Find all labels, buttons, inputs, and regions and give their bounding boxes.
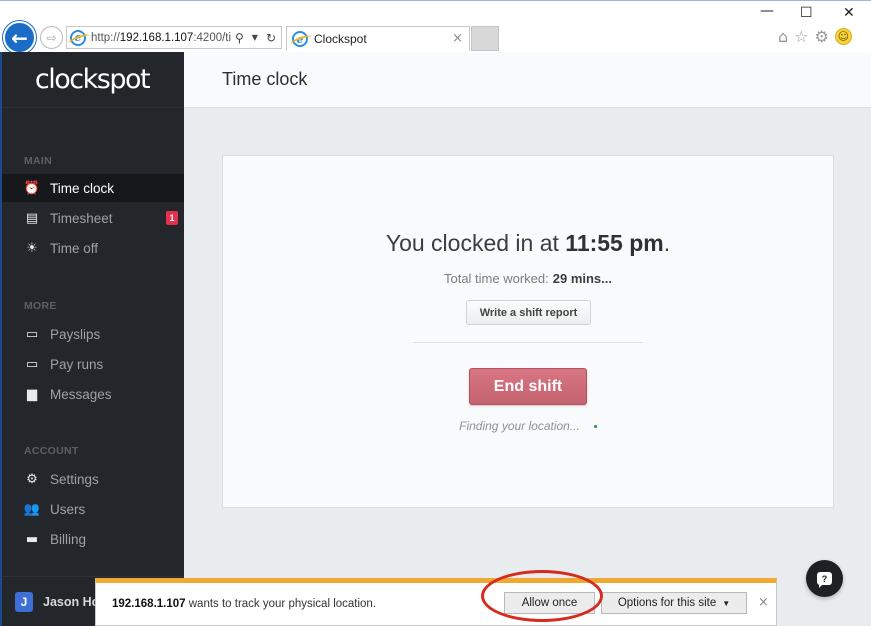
- options-for-site-button[interactable]: Options for this site ▼: [601, 592, 747, 614]
- divider: [413, 342, 643, 343]
- avatar: J: [15, 591, 33, 612]
- sidebar-item-label: Messages: [50, 386, 112, 402]
- sidebar-item-time-clock[interactable]: ⏰ Time clock: [2, 174, 184, 202]
- gear-icon[interactable]: ⚙: [815, 27, 829, 46]
- dropdown-icon[interactable]: ▼: [252, 33, 258, 42]
- clocked-in-status: You clocked in at 11:55 pm.: [385, 230, 671, 256]
- user-name: Jason Ho: [43, 594, 100, 609]
- write-shift-report-button[interactable]: Write a shift report: [466, 300, 591, 325]
- browser-chrome: — ☐ ✕ ← ⇨ e http://192.168.1.107:4200/ti…: [0, 0, 871, 54]
- chat-icon: ▆: [27, 386, 37, 402]
- sidebar-item-label: Time clock: [50, 180, 115, 196]
- ie-logo-icon: e: [292, 31, 308, 47]
- sidebar-item-label: Payslips: [50, 326, 101, 342]
- sun-icon: ☀: [26, 240, 38, 256]
- arrow-left-icon: ←: [11, 25, 28, 50]
- notification-close-button[interactable]: ×: [758, 595, 769, 610]
- sidebar-item-time-off[interactable]: ☀ Time off: [2, 234, 184, 262]
- sidebar-item-messages[interactable]: ▆ Messages: [2, 380, 184, 408]
- credit-card-icon: ▬: [25, 531, 39, 547]
- sidebar-item-settings[interactable]: ⚙ Settings: [2, 465, 184, 493]
- section-label-main: MAIN: [24, 155, 53, 167]
- total-time-value: 29 mins...: [552, 271, 612, 286]
- sidebar-item-label: Settings: [50, 471, 99, 487]
- ie-logo-icon: e: [70, 29, 86, 46]
- sidebar-item-timesheet[interactable]: ▤ Timesheet 1: [2, 204, 184, 232]
- sidebar-item-users[interactable]: 👥 Users: [2, 495, 184, 523]
- section-label-account: ACCOUNT: [24, 445, 79, 457]
- help-chat-icon: ?: [817, 572, 832, 588]
- sidebar-item-billing[interactable]: ▬ Billing: [2, 525, 184, 553]
- page-header: Time clock: [184, 52, 871, 108]
- allow-once-button[interactable]: Allow once: [504, 592, 595, 614]
- address-bar[interactable]: e http://192.168.1.107:4200/tir ⚲ ▼ ↻: [66, 26, 282, 49]
- sidebar-item-label: Users: [50, 501, 86, 517]
- users-icon: 👥: [23, 501, 41, 517]
- app: clockspot MAIN ⏰ Time clock ▤ Timesheet …: [0, 52, 871, 626]
- gears-icon: ⚙: [26, 471, 38, 487]
- help-chat-button[interactable]: ?: [806, 560, 843, 597]
- time-clock-card: You clocked in at 11:55 pm. Total time w…: [222, 155, 834, 508]
- clocked-in-time: 11:55 pm: [565, 230, 664, 256]
- caret-down-icon: ▼: [722, 598, 731, 608]
- back-button[interactable]: ←: [3, 21, 36, 54]
- logo-area[interactable]: clockspot: [2, 52, 184, 108]
- sidebar-item-label: Pay runs: [50, 356, 104, 372]
- tab-title: Clockspot: [314, 32, 367, 46]
- forward-button[interactable]: ⇨: [40, 26, 63, 49]
- tab-close-button[interactable]: ×: [452, 31, 463, 46]
- location-permission-bar: 192.168.1.107 wants to track your physic…: [95, 578, 777, 626]
- total-time-worked: Total time worked: 29 mins...: [443, 271, 612, 286]
- section-label-more: MORE: [24, 300, 57, 312]
- sidebar-item-payslips[interactable]: ▭ Payslips: [2, 320, 184, 348]
- location-status: Finding your location...: [223, 419, 833, 433]
- sidebar-item-label: Billing: [50, 531, 87, 547]
- location-indicator-dot: [593, 425, 597, 429]
- arrow-right-icon: ⇨: [46, 30, 57, 45]
- star-icon[interactable]: ☆: [794, 27, 808, 46]
- close-window-button[interactable]: ✕: [843, 5, 855, 21]
- browser-tab[interactable]: e Clockspot ×: [286, 26, 470, 51]
- page-title: Time clock: [222, 69, 308, 89]
- refresh-icon[interactable]: ↻: [266, 31, 276, 45]
- sidebar-item-label: Timesheet: [50, 210, 113, 226]
- home-icon[interactable]: ⌂: [778, 27, 788, 46]
- sidebar-item-label: Time off: [50, 240, 99, 256]
- maximize-button[interactable]: ☐: [800, 5, 813, 21]
- notification-badge: 1: [166, 211, 178, 225]
- minimize-button[interactable]: —: [760, 3, 774, 19]
- payslip-icon: ▭: [25, 326, 39, 342]
- clipboard-icon: ▤: [25, 210, 39, 226]
- main-content: Time clock You clocked in at 11:55 pm. T…: [184, 52, 871, 626]
- notification-message: 192.168.1.107 wants to track your physic…: [112, 598, 377, 610]
- alarm-clock-icon: ⏰: [23, 180, 41, 196]
- payslip-icon: ▭: [25, 356, 39, 372]
- search-icon[interactable]: ⚲: [235, 31, 244, 45]
- end-shift-button[interactable]: End shift: [469, 368, 587, 405]
- sidebar-item-pay-runs[interactable]: ▭ Pay runs: [2, 350, 184, 378]
- new-tab-button[interactable]: [471, 26, 499, 51]
- sidebar: clockspot MAIN ⏰ Time clock ▤ Timesheet …: [0, 52, 184, 626]
- smiley-icon[interactable]: ☺: [834, 28, 852, 45]
- url-text[interactable]: http://192.168.1.107:4200/tir: [91, 32, 231, 44]
- logo[interactable]: clockspot: [35, 64, 151, 95]
